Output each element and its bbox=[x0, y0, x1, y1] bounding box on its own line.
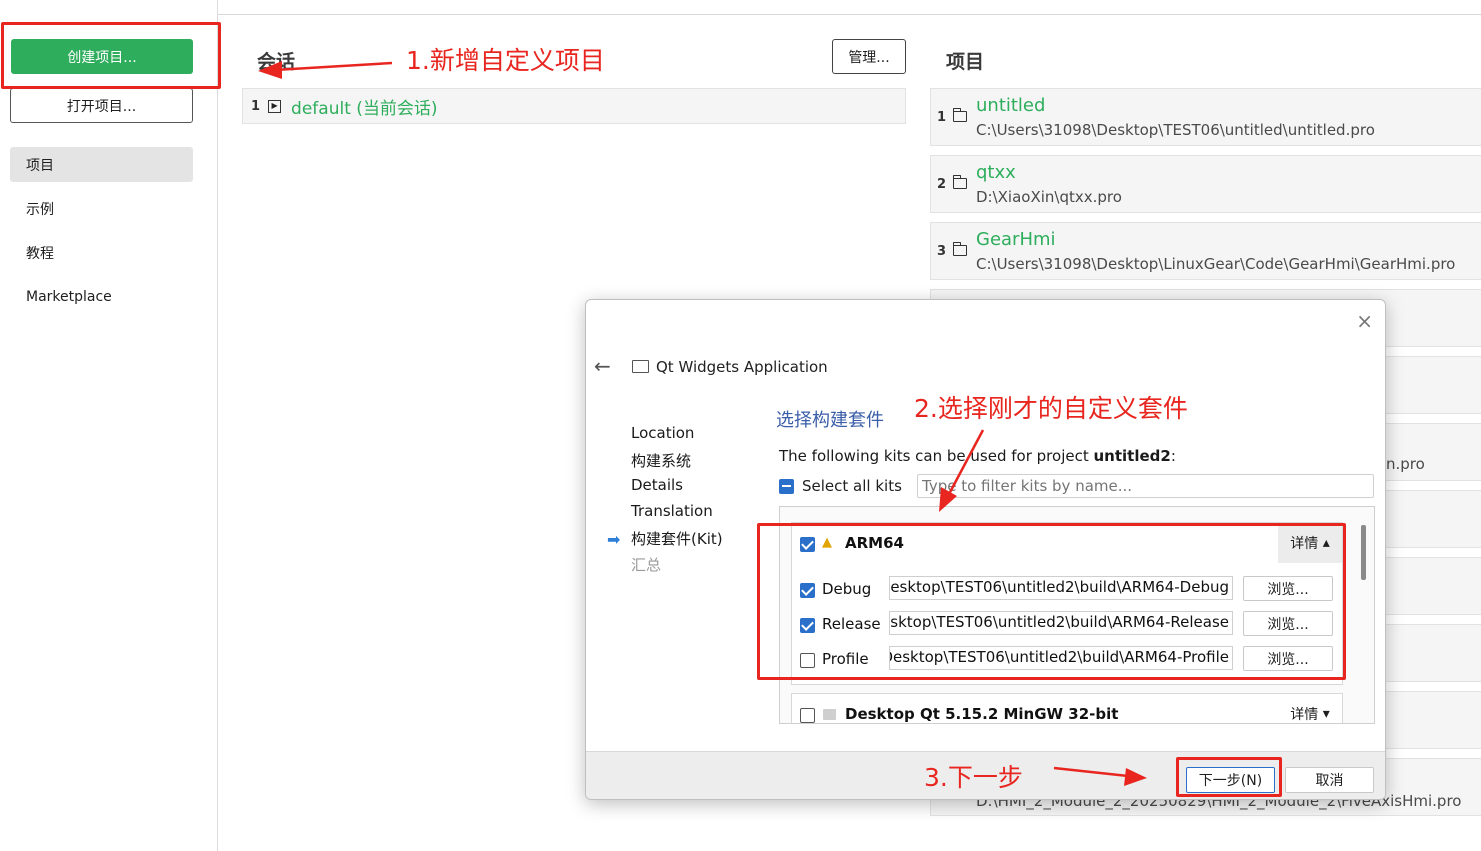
select-all-label: Select all kits bbox=[802, 477, 902, 495]
page-heading: 选择构建套件 bbox=[776, 410, 884, 431]
project-index: 1 bbox=[937, 110, 947, 125]
monitor-icon bbox=[823, 709, 836, 720]
projects-title: 项目 bbox=[946, 51, 985, 73]
annotation-step3: 3.下一步 bbox=[924, 763, 1023, 792]
kit-card-arm64: ▲ ARM64 详情 ▴ Debug C:\Users\31098\Deskto… bbox=[791, 522, 1343, 685]
kit-details-toggle[interactable]: 详情 ▾ bbox=[1278, 694, 1342, 723]
details-label: 详情 bbox=[1290, 707, 1319, 723]
project-index: 2 bbox=[937, 177, 947, 192]
create-project-button[interactable]: 创建项目... bbox=[11, 39, 193, 74]
wizard-steps: Location 构建系统 Details Translation 构建套件(K… bbox=[631, 424, 723, 580]
kit-details-toggle[interactable]: 详情 ▴ bbox=[1278, 523, 1342, 563]
step-summary: 汇总 bbox=[631, 556, 662, 574]
build-dir-input[interactable]: C:\Users\31098\Desktop\TEST06\untitled2\… bbox=[889, 576, 1233, 600]
warning-icon: ▲ bbox=[822, 535, 832, 550]
build-dir-input[interactable]: C:\Users\31098\Desktop\TEST06\untitled2\… bbox=[889, 646, 1233, 670]
step-location: Location bbox=[631, 424, 695, 442]
kit-checkbox[interactable] bbox=[800, 708, 815, 723]
back-arrow-icon[interactable]: ← bbox=[594, 354, 611, 378]
sidebar-item-tutorials[interactable]: 教程 bbox=[10, 235, 193, 270]
chevron-up-icon: ▴ bbox=[1322, 535, 1330, 551]
scrollbar-thumb[interactable] bbox=[1361, 525, 1366, 580]
kit-card-desktop: Desktop Qt 5.15.2 MinGW 32-bit 详情 ▾ bbox=[791, 693, 1343, 723]
application-icon bbox=[632, 360, 649, 373]
kit-filter-input[interactable] bbox=[917, 474, 1374, 498]
project-item[interactable]: 1 untitled C:\Users\31098\Desktop\TEST06… bbox=[930, 88, 1481, 146]
kit-checkbox[interactable] bbox=[800, 537, 815, 552]
partial-checkbox-icon[interactable] bbox=[779, 478, 794, 494]
folder-icon bbox=[952, 175, 967, 189]
browse-button[interactable]: 浏览... bbox=[1243, 646, 1333, 671]
step-details: Details bbox=[631, 476, 684, 494]
project-path: C:\Users\31098\Desktop\LinuxGear\Code\Ge… bbox=[976, 255, 1456, 273]
select-all-kits-checkbox[interactable]: Select all kits bbox=[779, 477, 902, 495]
project-path: C:\Users\31098\Desktop\TEST06\untitled\u… bbox=[976, 121, 1375, 139]
debug-checkbox[interactable] bbox=[800, 583, 815, 598]
release-checkbox[interactable] bbox=[800, 618, 815, 633]
browse-button[interactable]: 浏览... bbox=[1243, 576, 1333, 601]
session-row[interactable]: 1 ▶ default (当前会话) bbox=[242, 88, 906, 124]
current-step-arrow-icon: ➡ bbox=[607, 530, 621, 549]
chevron-down-icon: ▾ bbox=[1322, 706, 1330, 722]
kit-name: Desktop Qt 5.15.2 MinGW 32-bit bbox=[845, 705, 1119, 723]
sidebar-item-examples[interactable]: 示例 bbox=[10, 191, 193, 226]
session-name[interactable]: default (当前会话) bbox=[291, 94, 437, 119]
close-icon[interactable]: × bbox=[1356, 309, 1373, 333]
project-name[interactable]: qtxx bbox=[976, 162, 1016, 183]
cancel-button[interactable]: 取消 bbox=[1285, 767, 1374, 793]
manage-sessions-button[interactable]: 管理... bbox=[832, 39, 906, 74]
next-button[interactable]: 下一步(N) bbox=[1186, 767, 1275, 793]
build-dir-input[interactable]: C:\Users\31098\Desktop\TEST06\untitled2\… bbox=[889, 611, 1233, 635]
kit-name: ARM64 bbox=[845, 534, 904, 552]
project-name[interactable]: untitled bbox=[976, 95, 1045, 116]
session-index: 1 bbox=[251, 98, 261, 114]
browse-button[interactable]: 浏览... bbox=[1243, 611, 1333, 636]
annotation-step2: 2.选择刚才的自定义套件 bbox=[914, 394, 1188, 423]
kit-list: ▲ ARM64 详情 ▴ Debug C:\Users\31098\Deskto… bbox=[779, 506, 1375, 724]
project-name[interactable]: GearHmi bbox=[976, 229, 1056, 250]
project-path: D:\XiaoXin\qtxx.pro bbox=[976, 188, 1122, 206]
sidebar-item-marketplace[interactable]: Marketplace bbox=[10, 279, 193, 314]
top-divider bbox=[218, 14, 1481, 15]
play-icon: ▶ bbox=[268, 99, 282, 113]
step-kits: 构建套件(Kit) bbox=[631, 530, 723, 548]
project-item[interactable]: 2 qtxx D:\XiaoXin\qtxx.pro bbox=[930, 155, 1481, 213]
folder-icon bbox=[952, 242, 967, 256]
annotation-step1: 1.新增自定义项目 bbox=[406, 46, 605, 75]
details-label: 详情 bbox=[1290, 536, 1319, 552]
new-project-wizard-dialog: × ← Qt Widgets Application Location 构建系统… bbox=[585, 299, 1386, 800]
sidebar-item-projects[interactable]: 项目 bbox=[10, 147, 193, 182]
project-path-partial: n.pro bbox=[1386, 455, 1425, 473]
kits-description: The following kits can be used for proje… bbox=[779, 447, 1176, 465]
build-config-label: Profile bbox=[822, 650, 869, 668]
folder-icon bbox=[952, 108, 967, 122]
project-item[interactable]: 3 GearHmi C:\Users\31098\Desktop\LinuxGe… bbox=[930, 222, 1481, 280]
sidebar-divider bbox=[217, 0, 218, 851]
profile-checkbox[interactable] bbox=[800, 653, 815, 668]
build-config-label: Release bbox=[822, 615, 881, 633]
build-config-label: Debug bbox=[822, 580, 872, 598]
step-translation: Translation bbox=[631, 502, 713, 520]
step-build-system: 构建系统 bbox=[631, 452, 692, 470]
project-index: 3 bbox=[937, 244, 947, 259]
sessions-title: 会话 bbox=[257, 51, 296, 73]
open-project-button[interactable]: 打开项目... bbox=[10, 88, 193, 123]
qt-creator-welcome-screen: 创建项目... 打开项目... 项目 示例 教程 Marketplace 会话 … bbox=[0, 0, 1481, 851]
dialog-title: Qt Widgets Application bbox=[656, 358, 828, 376]
